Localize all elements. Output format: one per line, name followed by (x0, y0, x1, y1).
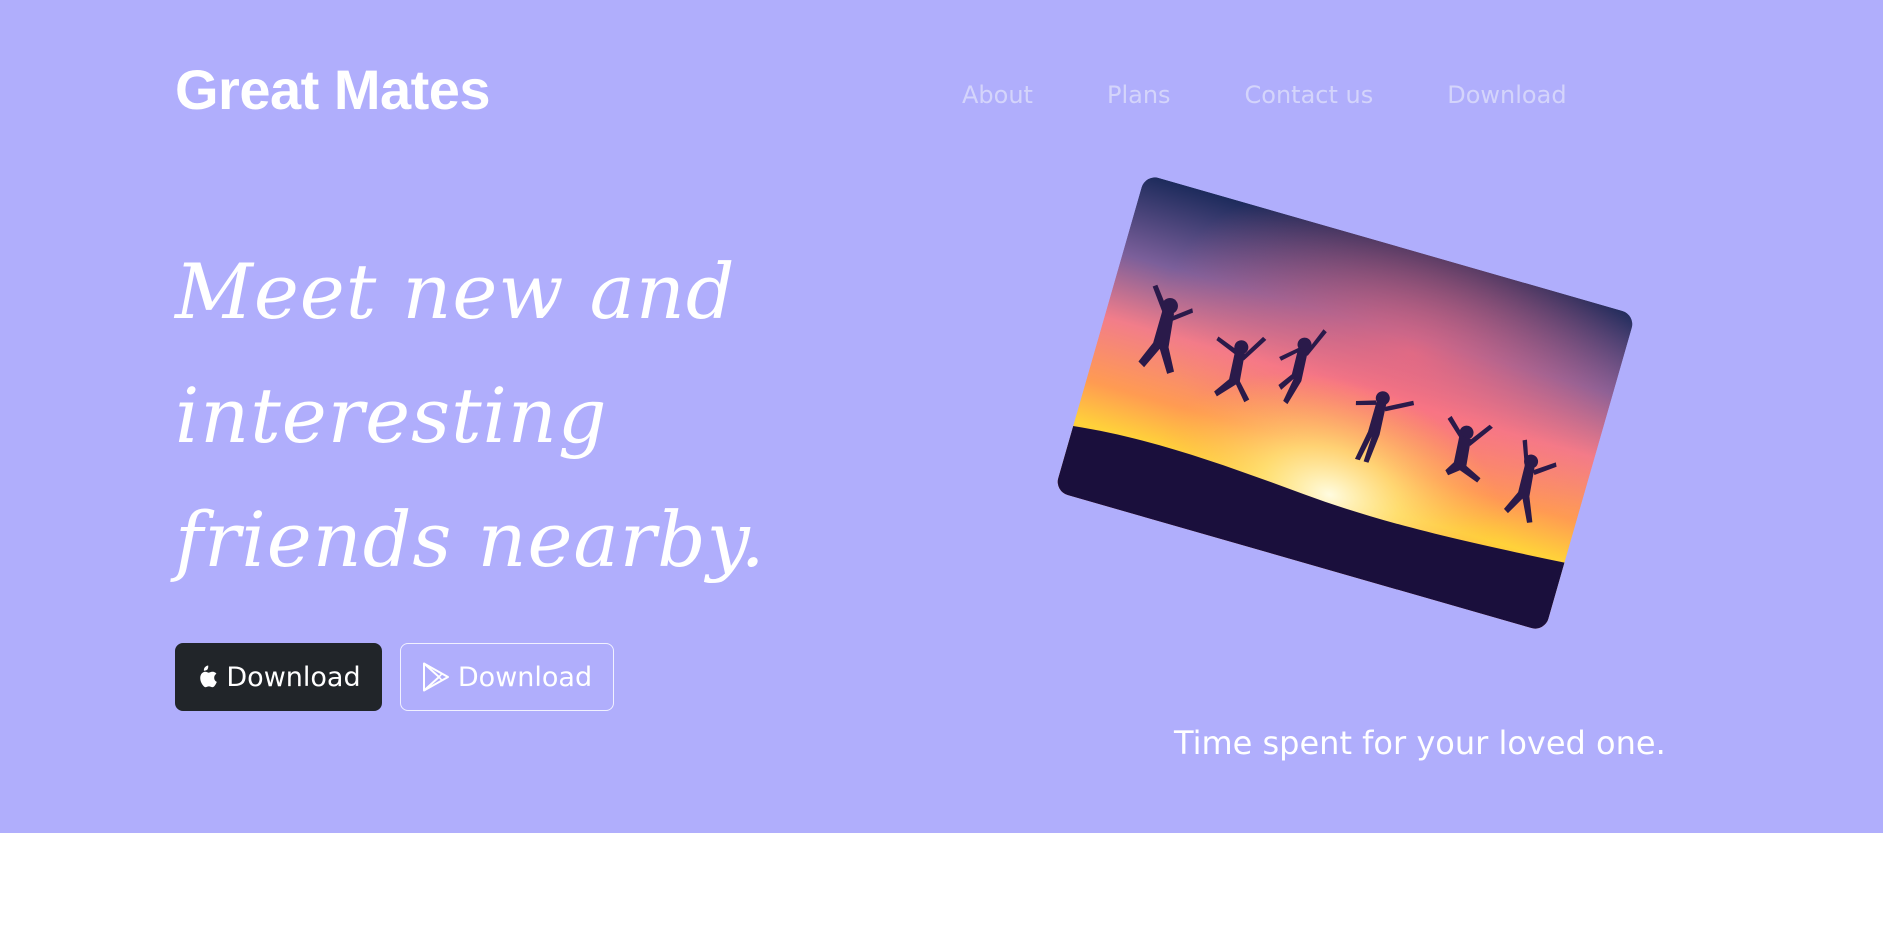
nav-link-contact[interactable]: Contact us (1245, 78, 1374, 112)
apple-download-label: Download (226, 661, 361, 693)
nav-link-plans[interactable]: Plans (1107, 78, 1171, 112)
apple-download-button[interactable]: Download (175, 643, 382, 711)
hero-photo (1054, 174, 1636, 632)
brand-logo[interactable]: Great Mates (175, 62, 491, 118)
google-download-label: Download (457, 661, 593, 693)
hero-tagline: Time spent for your loved one. (1174, 724, 1666, 762)
google-play-icon (422, 662, 450, 692)
nav-link-download[interactable]: Download (1447, 78, 1566, 112)
nav-link-about[interactable]: About (962, 78, 1033, 112)
hero-section: Great Mates About Plans Contact us Downl… (0, 0, 1883, 833)
main-nav: About Plans Contact us Download (962, 78, 1567, 112)
apple-icon (196, 664, 218, 690)
jumping-friends-sunset-photo (1054, 174, 1636, 632)
hero-headline: Meet new and interesting friends nearby. (175, 247, 766, 584)
google-play-download-button[interactable]: Download (400, 643, 614, 711)
